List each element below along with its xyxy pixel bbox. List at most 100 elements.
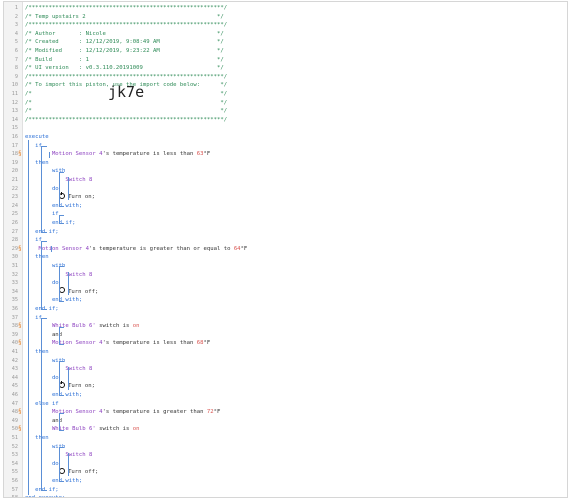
code-line[interactable]: Turn on; <box>25 380 96 391</box>
bracket-line <box>59 223 64 225</box>
code-line[interactable]: and <box>25 331 62 340</box>
line-number: 47 <box>11 400 18 407</box>
bracket-line <box>59 412 60 430</box>
line-number: 30 <box>11 254 18 261</box>
code-line[interactable]: end if; <box>25 219 76 228</box>
code-line[interactable]: Motion Sensor 4's temperature is less th… <box>25 339 210 348</box>
condition-marker-icon[interactable]: § <box>18 425 22 434</box>
bracket-line <box>41 231 47 233</box>
code-line[interactable]: /* Author : Nicole */ <box>25 30 224 39</box>
bracket-line <box>41 317 47 319</box>
comment-text: /***************************************… <box>25 73 228 80</box>
line-number: 50 <box>11 426 18 433</box>
code-line[interactable]: Turn off; <box>25 287 99 297</box>
code-line[interactable]: /***************************************… <box>25 116 227 125</box>
code-line[interactable]: and <box>25 417 62 426</box>
device-name[interactable]: Motion Sensor 4 <box>25 151 103 157</box>
line-number: 38 <box>11 323 18 330</box>
line-number: 35 <box>11 297 18 304</box>
line-number: 40 <box>11 340 18 347</box>
line-number: 5 <box>14 39 18 46</box>
code-line[interactable]: Turn off; <box>25 467 98 477</box>
code-line[interactable]: Motion Sensor 4's temperature is greater… <box>25 245 247 254</box>
bracket-line <box>59 326 60 344</box>
code-line[interactable]: /* Temp upstairs 2 */ <box>25 13 224 22</box>
line-number: 53 <box>11 452 18 459</box>
code-line[interactable]: White Bulb 6' switch is on <box>25 322 140 331</box>
code-line[interactable]: /***************************************… <box>25 73 227 82</box>
code-line[interactable]: /* Modified : 12/12/2019, 9:23:22 AM */ <box>25 47 224 56</box>
code-line[interactable]: /***************************************… <box>25 21 227 30</box>
code-text: Turn on; <box>68 194 96 201</box>
line-number: 14 <box>11 116 18 123</box>
code-line[interactable]: end execute; <box>25 494 65 497</box>
bracket-line <box>59 360 64 362</box>
code-line[interactable]: end with; <box>25 202 82 211</box>
condition-marker-icon[interactable]: § <box>18 408 22 417</box>
code-line[interactable]: Turn on; <box>25 191 96 202</box>
code-text: and <box>25 417 63 424</box>
code-line[interactable]: /* UI version : v0.3.110.20191009 */ <box>25 64 224 73</box>
code-text: 's temperature is greater than <box>102 409 207 416</box>
bracket-line <box>59 395 64 397</box>
line-number: 49 <box>11 417 18 424</box>
line-number: 43 <box>11 366 18 373</box>
value-token: 68 <box>196 340 204 347</box>
bracket-line <box>59 429 64 431</box>
bracket-line <box>59 214 60 224</box>
line-number: 57 <box>11 486 18 493</box>
bracket-line <box>59 266 60 301</box>
bracket-line <box>59 206 64 208</box>
line-number: 48 <box>11 409 18 416</box>
code-text: switch is <box>95 323 133 330</box>
code-line[interactable]: Motion Sensor 4's temperature is greater… <box>25 408 220 417</box>
device-name[interactable]: Motion Sensor 4 <box>25 246 89 252</box>
line-number: 32 <box>11 271 18 278</box>
line-number: 10 <box>11 82 18 89</box>
bracket-line <box>41 145 47 147</box>
code-line[interactable]: /***************************************… <box>25 4 227 13</box>
code-line[interactable]: end with; <box>25 296 82 305</box>
condition-marker-icon[interactable]: § <box>18 322 22 331</box>
line-number: 42 <box>11 357 18 364</box>
condition-marker-icon[interactable]: § <box>18 245 22 254</box>
line-number: 3 <box>14 22 18 29</box>
value-token: on <box>132 323 140 330</box>
code-line[interactable]: Motion Sensor 4's temperature is less th… <box>25 150 210 159</box>
code-line[interactable]: /* Build : 1 */ <box>25 56 224 65</box>
code-line[interactable]: /* */ <box>25 107 227 116</box>
code-text: 's temperature is less than <box>102 340 197 347</box>
line-number: 23 <box>11 194 18 201</box>
code-text: and <box>25 331 63 338</box>
code-line[interactable]: White Bulb 6' switch is on <box>25 425 140 434</box>
comment-text: /***************************************… <box>25 5 228 11</box>
line-number: 18 <box>11 151 18 158</box>
import-code[interactable]: jk7e <box>108 85 144 99</box>
comment-text: /* Modified : 12/12/2019, 9:23:22 AM */ <box>25 48 224 54</box>
bracket-line <box>41 489 47 491</box>
line-number: 19 <box>11 159 18 166</box>
keyword-token: end if; <box>25 220 76 226</box>
condition-marker-icon[interactable]: § <box>18 339 22 348</box>
code-line[interactable]: /* Created : 12/12/2019, 9:08:49 AM */ <box>25 38 224 47</box>
line-number: 16 <box>11 134 18 140</box>
comment-text: /* Build : 1 */ <box>25 56 224 63</box>
code-text: switch is <box>95 426 133 433</box>
line-number: 20 <box>11 168 18 175</box>
code-text: °F <box>203 340 211 347</box>
code-line[interactable]: end with; <box>25 391 82 400</box>
code-line[interactable]: end with; <box>25 477 82 486</box>
bracket-line <box>59 343 64 345</box>
piston-code-view: 1 2 3 4 5 6 7 8 9 10 11 12 13 14 15 16 17 18 § 19 20 21 22 23 24… <box>3 1 568 498</box>
keyword-token: execute <box>25 134 49 140</box>
bracket-line <box>49 151 50 158</box>
condition-marker-icon[interactable]: § <box>18 150 22 159</box>
code-text: Turn off; <box>68 288 99 295</box>
line-number: 34 <box>11 288 18 295</box>
line-number: 25 <box>11 211 18 218</box>
code-text: 's temperature is greater than or equal … <box>89 245 234 252</box>
bracket-line <box>59 300 64 302</box>
line-number: 11 <box>11 91 18 97</box>
code-text: °F <box>240 245 248 252</box>
code-text: Turn on; <box>68 383 96 390</box>
